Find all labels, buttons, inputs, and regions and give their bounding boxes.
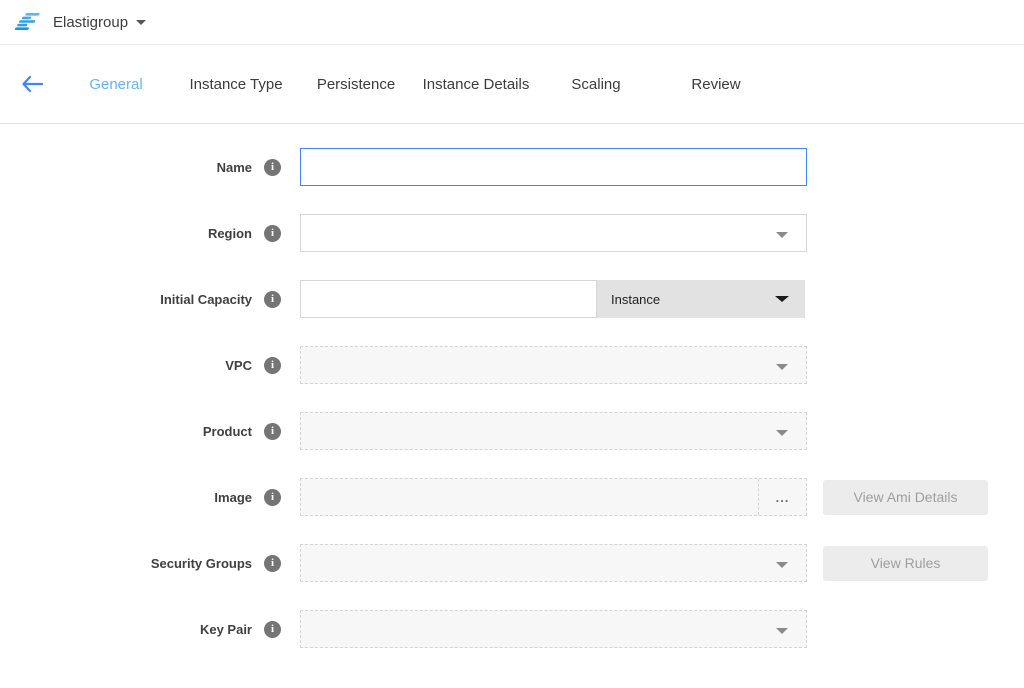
capacity-unit-value: Instance xyxy=(611,292,660,307)
vpc-select xyxy=(300,346,807,384)
chevron-down-icon xyxy=(776,232,788,238)
form-row-security-groups: Security Groups i View Rules xyxy=(0,544,1024,582)
tab-instance-details[interactable]: Instance Details xyxy=(416,68,536,101)
form-row-vpc: VPC i xyxy=(0,346,1024,384)
key-pair-info-icon[interactable]: i xyxy=(264,621,281,638)
chevron-down-icon xyxy=(776,628,788,634)
initial-capacity-input[interactable] xyxy=(300,280,597,318)
chevron-down-icon xyxy=(776,364,788,370)
wizard-tab-bar: General Instance Type Persistence Instan… xyxy=(0,45,1024,124)
vpc-label: VPC xyxy=(0,358,252,373)
image-info-icon[interactable]: i xyxy=(264,489,281,506)
tab-review[interactable]: Review xyxy=(656,68,776,101)
app-title: Elastigroup xyxy=(53,14,128,31)
product-label: Product xyxy=(0,424,252,439)
form-row-image: Image i ... View Ami Details xyxy=(0,478,1024,516)
image-label: Image xyxy=(0,490,252,505)
security-groups-info-icon[interactable]: i xyxy=(264,555,281,572)
product-info-icon[interactable]: i xyxy=(264,423,281,440)
chevron-down-icon xyxy=(775,296,789,302)
form-row-key-pair: Key Pair i xyxy=(0,610,1024,648)
security-groups-select xyxy=(300,544,807,582)
image-field: ... xyxy=(300,478,807,516)
form-row-region: Region i xyxy=(0,214,1024,252)
initial-capacity-info-icon[interactable]: i xyxy=(264,291,281,308)
back-button[interactable] xyxy=(20,72,44,96)
security-groups-label: Security Groups xyxy=(0,556,252,571)
form-row-initial-capacity: Initial Capacity i Instance xyxy=(0,280,1024,318)
capacity-unit-select[interactable]: Instance xyxy=(597,280,805,318)
key-pair-label: Key Pair xyxy=(0,622,252,637)
tab-instance-type[interactable]: Instance Type xyxy=(176,68,296,101)
wizard-tabs: General Instance Type Persistence Instan… xyxy=(56,68,776,101)
general-form: Name i Region i Initial Capacity i Insta… xyxy=(0,124,1024,648)
form-row-product: Product i xyxy=(0,412,1024,450)
elastigroup-logo-icon xyxy=(14,12,40,32)
tab-persistence[interactable]: Persistence xyxy=(296,68,416,101)
tab-general[interactable]: General xyxy=(56,68,176,101)
region-label: Region xyxy=(0,226,252,241)
region-select[interactable] xyxy=(300,214,807,252)
name-info-icon[interactable]: i xyxy=(264,159,281,176)
vpc-info-icon[interactable]: i xyxy=(264,357,281,374)
view-ami-details-button[interactable]: View Ami Details xyxy=(823,480,988,515)
initial-capacity-field: Instance xyxy=(300,280,805,318)
top-bar: Elastigroup xyxy=(0,0,1024,45)
form-row-name: Name i xyxy=(0,148,1024,186)
key-pair-select xyxy=(300,610,807,648)
view-rules-button[interactable]: View Rules xyxy=(823,546,988,581)
image-browse-button[interactable]: ... xyxy=(758,479,806,515)
app-switcher-button[interactable]: Elastigroup xyxy=(53,14,146,31)
chevron-down-icon xyxy=(136,20,146,25)
tab-scaling[interactable]: Scaling xyxy=(536,68,656,101)
arrow-left-icon xyxy=(21,75,43,93)
name-label: Name xyxy=(0,160,252,175)
chevron-down-icon xyxy=(776,430,788,436)
product-select xyxy=(300,412,807,450)
image-value xyxy=(301,479,758,515)
chevron-down-icon xyxy=(776,562,788,568)
name-input[interactable] xyxy=(300,148,807,186)
region-info-icon[interactable]: i xyxy=(264,225,281,242)
initial-capacity-label: Initial Capacity xyxy=(0,292,252,307)
